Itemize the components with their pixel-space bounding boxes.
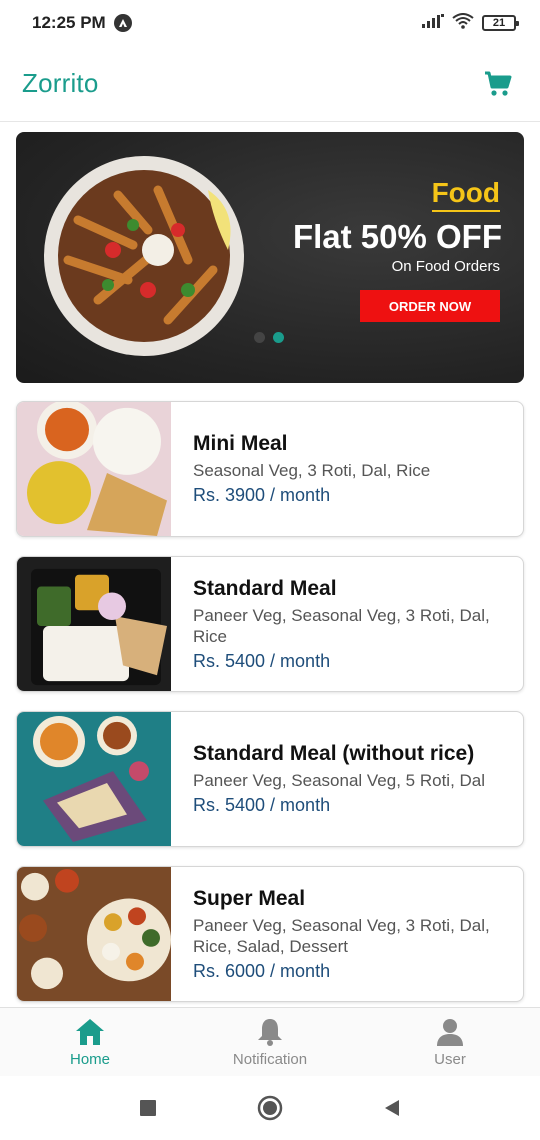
- app-notification-icon: [113, 14, 132, 32]
- banner-category: Food: [431, 177, 500, 212]
- meal-price: Rs. 3900 / month: [193, 485, 331, 505]
- food-plate-image: [44, 156, 244, 356]
- nav-item-notification[interactable]: Notification: [180, 1008, 360, 1076]
- nav-label: Notification: [232, 1050, 308, 1068]
- circle-icon: [257, 1095, 283, 1121]
- nav-item-user[interactable]: User: [360, 1008, 540, 1076]
- app-screen: 12:25 PM 21 Zorrito Food Flat 50% OFF On…: [0, 0, 540, 1140]
- app-title: Zorrito: [22, 68, 99, 98]
- status-time: 12:25 PM: [32, 13, 106, 32]
- meal-description: Paneer Veg, Seasonal Veg, 3 Roti, Dal, R…: [193, 605, 490, 646]
- app-bar: Zorrito: [0, 46, 540, 122]
- recents-button[interactable]: [133, 1093, 163, 1123]
- meal-price: Rs. 5400 / month: [193, 795, 331, 815]
- bottom-navigation: Home Notification User: [0, 1007, 540, 1076]
- home-icon: [76, 1018, 104, 1045]
- meal-description: Paneer Veg, Seasonal Veg, 5 Roti, Dal: [193, 771, 486, 790]
- user-icon: [437, 1018, 463, 1046]
- mini-meal-image: [17, 402, 171, 536]
- standard-meal-image: [17, 557, 171, 691]
- meal-description: Seasonal Veg, 3 Roti, Dal, Rice: [193, 461, 431, 480]
- meal-name: Mini Meal: [193, 432, 288, 455]
- status-icons: 21: [422, 12, 519, 34]
- meal-price: Rs. 6000 / month: [193, 960, 331, 981]
- back-triangle-icon: [385, 1100, 399, 1116]
- cart-icon: [485, 71, 512, 96]
- nav-item-home[interactable]: Home: [0, 1008, 180, 1076]
- nav-label: Home: [69, 1050, 110, 1068]
- carousel-dot-1[interactable]: [254, 332, 265, 343]
- meal-info: Super Meal Paneer Veg, Seasonal Veg, 3 R…: [171, 867, 523, 1001]
- meal-info: Mini Meal Seasonal Veg, 3 Roti, Dal, Ric…: [171, 402, 452, 536]
- battery-icon: 21: [482, 15, 519, 31]
- bell-icon: [258, 1018, 282, 1046]
- meal-card-standard-no-rice[interactable]: Standard Meal (without rice) Paneer Veg,…: [16, 711, 524, 847]
- meal-description: Paneer Veg, Seasonal Veg, 3 Roti, Dal, R…: [193, 915, 490, 956]
- square-icon: [140, 1100, 156, 1116]
- super-meal-image: [17, 867, 171, 1001]
- back-button[interactable]: [377, 1093, 407, 1123]
- battery-level: 21: [492, 17, 506, 29]
- order-now-button[interactable]: ORDER NOW: [360, 290, 500, 322]
- home-system-button[interactable]: [255, 1093, 285, 1123]
- nav-label: User: [434, 1050, 466, 1068]
- meal-info: Standard Meal (without rice) Paneer Veg,…: [171, 712, 507, 846]
- standard-no-rice-meal-image: [17, 712, 171, 846]
- system-navigation-bar: [0, 1076, 540, 1140]
- meal-name: Standard Meal: [193, 576, 337, 600]
- meal-card-super[interactable]: Super Meal Paneer Veg, Seasonal Veg, 3 R…: [16, 866, 524, 1002]
- meal-card-standard[interactable]: Standard Meal Paneer Veg, Seasonal Veg, …: [16, 556, 524, 692]
- carousel-indicator: [254, 332, 284, 343]
- status-bar: 12:25 PM 21: [0, 0, 540, 46]
- meal-info: Standard Meal Paneer Veg, Seasonal Veg, …: [171, 557, 523, 691]
- banner-headline: Flat 50% OFF: [292, 218, 502, 255]
- meal-price: Rs. 5400 / month: [193, 650, 331, 671]
- signal-icon: [422, 13, 444, 33]
- promo-banner[interactable]: Food Flat 50% OFF On Food Orders ORDER N…: [16, 132, 524, 383]
- wifi-icon: [452, 12, 474, 34]
- cart-button[interactable]: [478, 64, 518, 104]
- banner-subtext: On Food Orders: [391, 258, 500, 275]
- meal-name: Super Meal: [193, 886, 306, 910]
- meal-name: Standard Meal (without rice): [193, 742, 475, 765]
- carousel-dot-2[interactable]: [273, 332, 284, 343]
- meal-card-mini[interactable]: Mini Meal Seasonal Veg, 3 Roti, Dal, Ric…: [16, 401, 524, 537]
